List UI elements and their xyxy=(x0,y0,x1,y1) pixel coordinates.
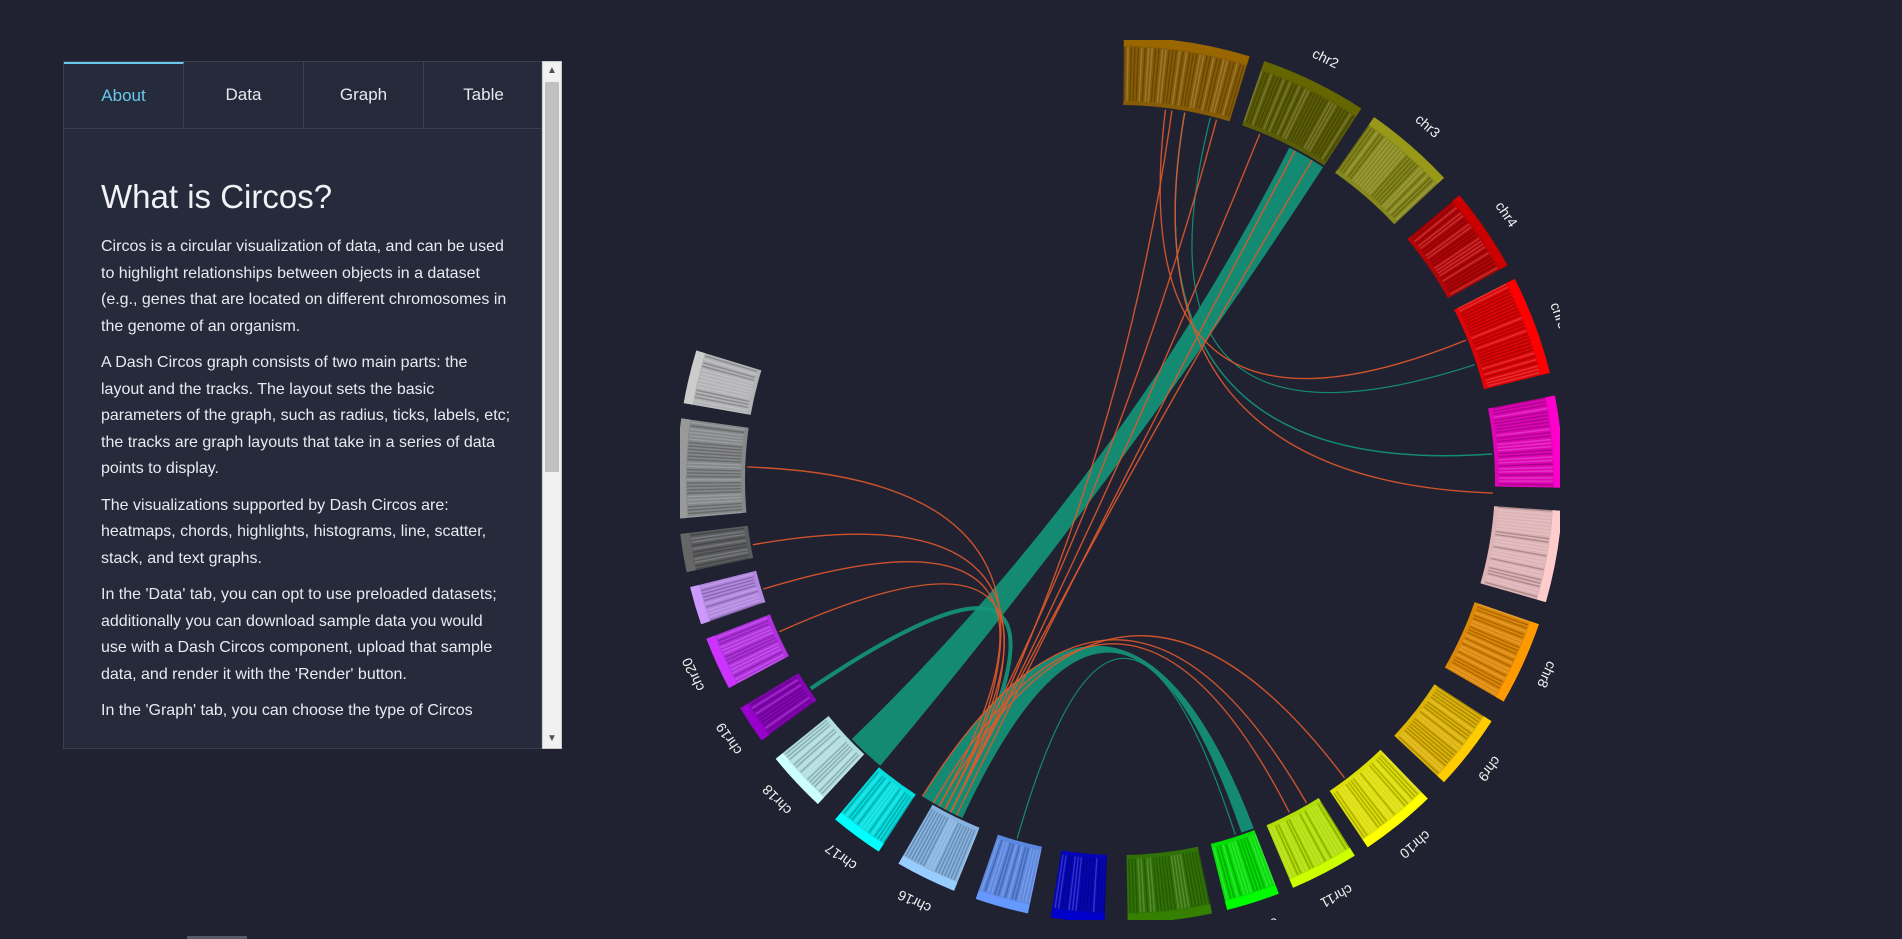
chromosome-label: chr5 xyxy=(1547,300,1560,331)
chromosome-label: chr2 xyxy=(1310,45,1342,71)
chromosome-chr12[interactable] xyxy=(1210,830,1279,910)
chromosome-label: chr16 xyxy=(895,887,934,917)
chromosome-chr22[interactable] xyxy=(680,525,754,573)
chromosome-label: chr3 xyxy=(1412,111,1443,141)
chromosome-chr2[interactable] xyxy=(1242,61,1362,166)
about-paragraph: A Dash Circos graph consists of two main… xyxy=(101,354,511,477)
chromosome-label: chr12 xyxy=(1242,915,1280,920)
chromosome-chr13[interactable] xyxy=(1126,846,1213,920)
chromosome-label: chr17 xyxy=(822,840,860,874)
chromosome-chr10[interactable] xyxy=(1329,749,1428,848)
chromosome-chr14[interactable] xyxy=(1050,850,1107,920)
chromosome-chr8[interactable] xyxy=(1444,602,1539,702)
heatmap-band xyxy=(1498,480,1553,483)
chromosome-label: chr20 xyxy=(680,655,708,694)
scroll-thumb[interactable] xyxy=(545,82,559,472)
about-panel: About Data Graph Table What is Circos? C… xyxy=(63,61,542,749)
chromosome-chr5[interactable] xyxy=(975,834,1043,914)
panel-scrollbar[interactable]: ▲ ▼ xyxy=(542,61,562,749)
about-content: What is Circos? Circos is a circular vis… xyxy=(101,128,511,748)
tab-table[interactable]: Table xyxy=(424,62,541,128)
heatmap-band xyxy=(687,478,742,481)
chromosome-label: chr10 xyxy=(1397,827,1434,862)
chromosome-label: chr18 xyxy=(759,782,795,819)
chromosome-chr11[interactable] xyxy=(1266,798,1355,888)
about-paragraph: In the 'Data' tab, you can opt to use pr… xyxy=(101,586,497,683)
tab-graph[interactable]: Graph xyxy=(304,62,424,128)
scroll-down-icon[interactable]: ▼ xyxy=(543,730,561,748)
about-paragraph: Circos is a circular visualization of da… xyxy=(101,238,507,335)
chord-link xyxy=(950,110,1173,813)
chromosome-chr20[interactable] xyxy=(706,614,789,688)
chromosome-chr9[interactable] xyxy=(1394,684,1492,783)
circos-graph[interactable]: chr1chr2chr3chr4chr5chr6chr7chr8chr9chr1… xyxy=(680,40,1560,920)
chromosome-chrY[interactable] xyxy=(683,350,762,415)
chromosome-chr6[interactable] xyxy=(1488,395,1560,488)
chromosome-label: chr8 xyxy=(1534,659,1560,691)
chromosome-chr21[interactable] xyxy=(690,570,766,625)
chromosome-label: chr11 xyxy=(1318,881,1356,911)
chord-ribbon xyxy=(851,147,1324,766)
about-paragraph: The visualizations supported by Dash Cir… xyxy=(101,496,487,567)
tab-data[interactable]: Data xyxy=(184,62,304,128)
page-title: What is Circos? xyxy=(101,178,333,215)
chromosome-label: chr9 xyxy=(1475,753,1505,784)
scroll-up-icon[interactable]: ▲ xyxy=(543,62,561,80)
chromosome-chr1[interactable] xyxy=(1123,40,1250,122)
tab-bar: About Data Graph Table xyxy=(64,62,541,129)
about-paragraph: In the 'Graph' tab, you can choose the t… xyxy=(101,702,473,719)
chromosome-chr4[interactable] xyxy=(1407,195,1508,299)
chromosome-chrX[interactable] xyxy=(680,418,749,519)
tab-about[interactable]: About xyxy=(64,62,184,128)
chromosome-chr16[interactable] xyxy=(898,804,980,891)
chromosome-chr18[interactable] xyxy=(775,715,865,804)
chromosome-label: chr21 xyxy=(680,594,683,632)
chromosome-chr7[interactable] xyxy=(1480,506,1560,603)
chromosome-label: chr4 xyxy=(1492,198,1521,230)
chromosome-label: chr19 xyxy=(712,720,745,758)
chromosome-chr5[interactable] xyxy=(1454,278,1550,390)
chromosome-chr17[interactable] xyxy=(835,767,916,852)
chromosome-chr19[interactable] xyxy=(740,673,817,741)
